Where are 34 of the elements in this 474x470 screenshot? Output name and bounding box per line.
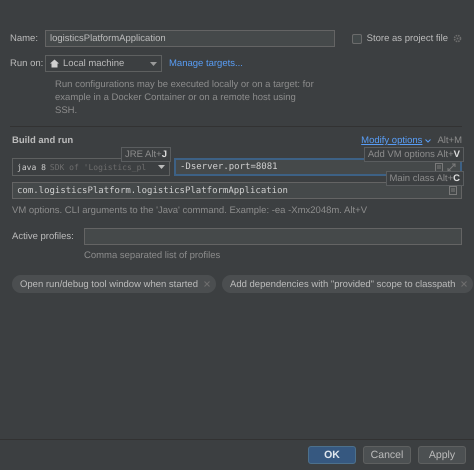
description-text: Run configurations may be executed locally or on a target: for example in a Docker Container or on a remote host using SSH. <box>55 78 315 117</box>
dropdown-arrow-icon[interactable] <box>158 165 165 169</box>
name-field[interactable]: logisticsPlatformApplication <box>45 30 335 47</box>
dialog-button[interactable]: OK <box>308 446 356 464</box>
help-text: VM options. CLI arguments to the 'Java' command. Example: -ea -Xmx2048m. Alt+V <box>12 205 368 216</box>
dialog-button[interactable]: Apply <box>418 446 466 464</box>
shortcut-tooltip: Main class Alt+C <box>386 171 464 186</box>
shortcut-tooltip: JRE Alt+J <box>121 147 171 162</box>
field-label: Run on: <box>10 58 44 69</box>
shortcut-text: Alt+M <box>437 135 462 146</box>
target-dropdown[interactable]: Local machine <box>45 55 162 72</box>
close-icon[interactable] <box>204 281 210 287</box>
manage-targets-link[interactable]: Manage targets... <box>169 58 243 69</box>
section-title: Build and run <box>12 135 74 146</box>
expand-icon[interactable] <box>447 162 456 172</box>
hint-text: Comma separated list of profiles <box>84 250 222 261</box>
checkbox[interactable] <box>352 34 362 44</box>
modify-options-link[interactable]: Modify options <box>361 135 422 146</box>
document-icon[interactable] <box>449 186 457 195</box>
dialog-button[interactable]: Cancel <box>363 446 411 464</box>
document-icon[interactable] <box>435 162 443 172</box>
gear-icon[interactable] <box>453 34 462 43</box>
active-profiles-field[interactable] <box>84 228 462 245</box>
close-icon[interactable] <box>461 281 468 287</box>
option-chip[interactable]: Open run/debug tool window when started <box>12 275 216 293</box>
dropdown-arrow-icon[interactable] <box>150 62 157 66</box>
option-chip[interactable]: Add dependencies with "provided" scope to classpath <box>222 275 474 293</box>
main-class-field[interactable]: com.logisticsPlatform.logisticsPlatformApplication <box>12 182 462 199</box>
house-icon <box>50 59 59 68</box>
chevron-down-icon[interactable] <box>425 138 432 142</box>
field-label: Active profiles: <box>12 231 75 242</box>
shortcut-tooltip: Add VM options Alt+V <box>364 147 464 162</box>
field-label: Name: <box>10 33 39 44</box>
checkbox-label: Store as project file <box>366 33 448 44</box>
